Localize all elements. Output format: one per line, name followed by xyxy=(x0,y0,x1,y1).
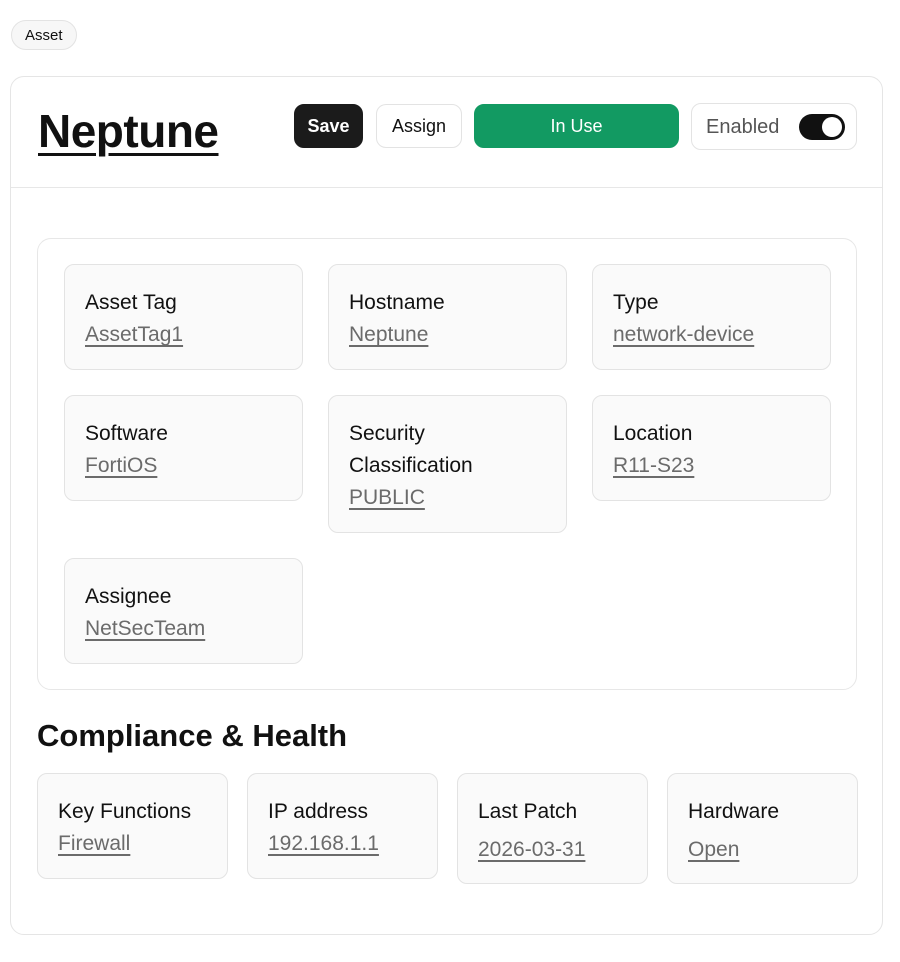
field-value-link[interactable]: AssetTag1 xyxy=(85,319,183,351)
field-hostname: Hostname Neptune xyxy=(328,264,567,370)
field-location: Location R11-S23 xyxy=(592,395,831,501)
field-label: Asset Tag xyxy=(85,291,177,314)
field-type: Type network-device xyxy=(592,264,831,370)
field-label: Assignee xyxy=(85,585,172,608)
field-last-patch: Last Patch 2026-03-31 xyxy=(457,773,648,884)
field-label: Location xyxy=(613,422,693,445)
toggle-knob xyxy=(822,117,842,137)
details-panel: Asset Tag AssetTag1 Hostname Neptune Typ… xyxy=(37,238,857,690)
asset-badge: Asset xyxy=(11,20,77,50)
field-value-link[interactable]: Neptune xyxy=(349,319,428,351)
enabled-toggle[interactable]: Enabled xyxy=(691,103,857,150)
toggle-switch[interactable] xyxy=(799,114,845,140)
field-label: Type xyxy=(613,291,659,314)
field-ip-address: IP address 192.168.1.1 xyxy=(247,773,438,879)
field-asset-tag: Asset Tag AssetTag1 xyxy=(64,264,303,370)
field-value-link[interactable]: R11-S23 xyxy=(613,450,694,482)
assign-button[interactable]: Assign xyxy=(376,104,462,148)
asset-title[interactable]: Neptune xyxy=(38,104,219,158)
enabled-toggle-label: Enabled xyxy=(706,116,780,138)
asset-header: Neptune Save Assign In Use Enabled xyxy=(11,77,882,188)
field-label: Key Functions xyxy=(58,800,192,823)
field-value-link[interactable]: 192.168.1.1 xyxy=(268,828,379,860)
field-value-link[interactable]: 2026-03-31 xyxy=(478,834,585,866)
section-title-compliance: Compliance & Health xyxy=(37,718,348,753)
field-hardware: Hardware Open xyxy=(667,773,858,884)
field-value-link[interactable]: FortiOS xyxy=(85,450,157,482)
field-assignee: Assignee NetSecTeam xyxy=(64,558,303,664)
field-key-functions: Key Functions Firewall xyxy=(37,773,228,879)
field-label: Software xyxy=(85,422,168,445)
field-value-link[interactable]: Open xyxy=(688,834,739,866)
field-label: Hardware xyxy=(688,800,780,823)
field-software: Software FortiOS xyxy=(64,395,303,501)
save-button[interactable]: Save xyxy=(294,104,363,148)
field-security-classification: Security Classification PUBLIC xyxy=(328,395,567,533)
field-value-link[interactable]: PUBLIC xyxy=(349,482,425,514)
field-value-link[interactable]: network-device xyxy=(613,319,754,351)
field-label: Hostname xyxy=(349,291,445,314)
asset-card: Neptune Save Assign In Use Enabled Asset… xyxy=(10,76,883,935)
status-button[interactable]: In Use xyxy=(474,104,679,148)
field-label: Last Patch xyxy=(478,800,578,823)
field-label: Security Classification xyxy=(349,422,473,477)
field-value-link[interactable]: NetSecTeam xyxy=(85,613,205,645)
field-label: IP address xyxy=(268,800,369,823)
field-value-link[interactable]: Firewall xyxy=(58,828,130,860)
